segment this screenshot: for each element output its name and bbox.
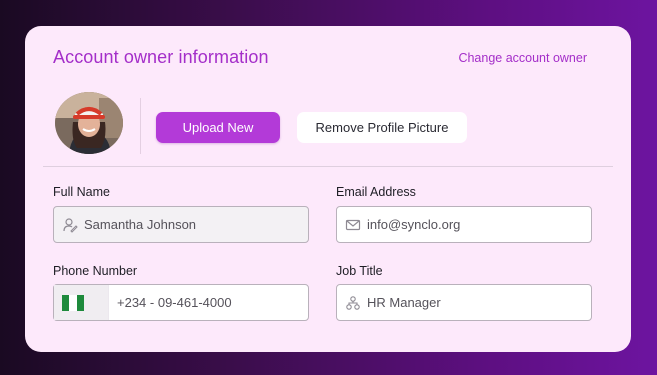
avatar-divider bbox=[140, 98, 141, 154]
full-name-value: Samantha Johnson bbox=[84, 217, 197, 232]
remove-profile-picture-button[interactable]: Remove Profile Picture bbox=[297, 112, 467, 143]
phone-number-field[interactable]: +234 - 09-461-4000 bbox=[53, 284, 309, 321]
email-field[interactable]: info@synclo.org bbox=[336, 206, 592, 243]
phone-number-label: Phone Number bbox=[53, 264, 138, 278]
user-edit-icon bbox=[63, 217, 78, 233]
job-title-value: HR Manager bbox=[367, 295, 441, 310]
profile-photo-icon bbox=[55, 92, 123, 154]
job-title-field[interactable]: HR Manager bbox=[336, 284, 592, 321]
nigeria-flag-icon bbox=[62, 294, 84, 311]
job-title-label: Job Title bbox=[336, 264, 383, 278]
avatar bbox=[55, 92, 123, 154]
country-code-selector[interactable] bbox=[54, 285, 109, 320]
page-title: Account owner information bbox=[53, 47, 269, 67]
upload-new-button[interactable]: Upload New bbox=[156, 112, 280, 143]
account-owner-card: Account owner information Change account… bbox=[25, 26, 631, 352]
mail-icon bbox=[345, 219, 361, 230]
org-chart-icon bbox=[346, 295, 360, 310]
full-name-field[interactable]: Samantha Johnson bbox=[53, 206, 309, 243]
email-label: Email Address bbox=[336, 185, 416, 199]
phone-number-value: +234 - 09-461-4000 bbox=[117, 295, 232, 310]
change-account-owner-link[interactable]: Change account owner bbox=[458, 51, 587, 65]
email-value: info@synclo.org bbox=[367, 217, 461, 232]
full-name-label: Full Name bbox=[53, 185, 110, 199]
section-divider bbox=[43, 166, 613, 167]
